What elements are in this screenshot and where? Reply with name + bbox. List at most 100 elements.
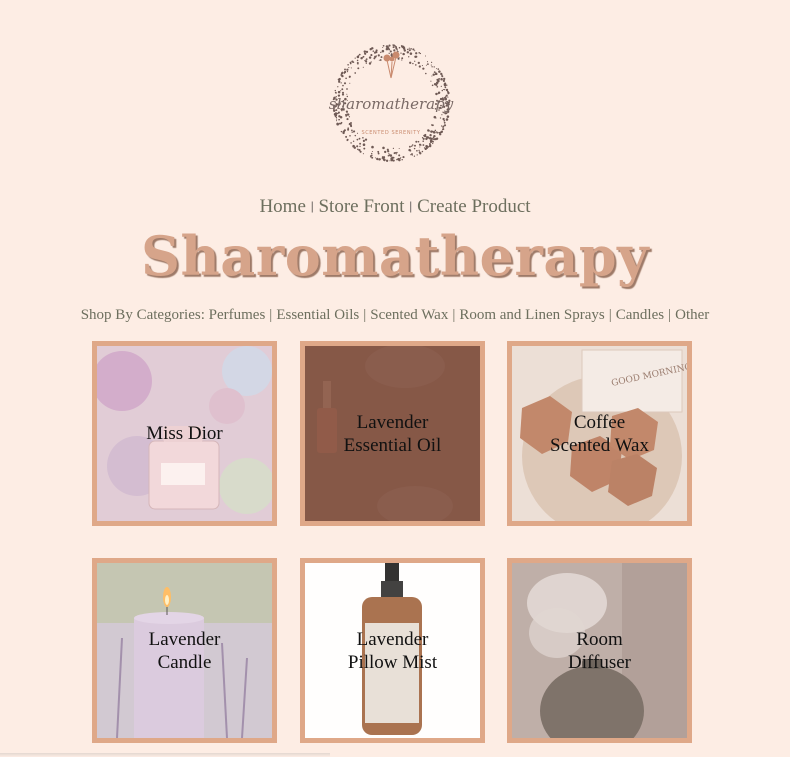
logo-dot bbox=[373, 57, 376, 60]
product-card-lavender-candle[interactable]: Lavender Candle bbox=[92, 558, 277, 743]
product-card-miss-dior[interactable]: Miss Dior bbox=[92, 341, 277, 526]
logo-dot bbox=[359, 145, 361, 148]
logo-dot bbox=[431, 140, 434, 143]
nav-store-front-link[interactable]: Store Front bbox=[318, 196, 404, 217]
logo-dot bbox=[348, 116, 351, 118]
logo-dot bbox=[386, 159, 388, 162]
logo-dot bbox=[410, 145, 413, 147]
logo-dot bbox=[374, 157, 376, 159]
logo-dot bbox=[403, 49, 406, 52]
logo-dot bbox=[362, 137, 364, 139]
logo-dot bbox=[412, 62, 414, 65]
category-other-link[interactable]: Other bbox=[675, 307, 709, 323]
logo-dot bbox=[438, 70, 441, 73]
product-name: Lavender Candle bbox=[148, 628, 221, 673]
logo-dot bbox=[426, 61, 429, 63]
logo-dot bbox=[372, 50, 375, 52]
category-nav: Shop By Categories: Perfumes | Essential O… bbox=[0, 307, 790, 324]
logo-dot bbox=[410, 154, 412, 156]
logo-dot bbox=[365, 62, 367, 64]
logo-dot bbox=[395, 45, 397, 48]
logo-dot bbox=[392, 147, 395, 150]
logo-dot bbox=[362, 66, 364, 68]
logo-dot bbox=[419, 52, 422, 55]
logo-dot bbox=[422, 144, 425, 146]
logo-dot bbox=[351, 60, 354, 63]
logo-dot bbox=[433, 71, 436, 74]
logo-dot bbox=[429, 144, 432, 147]
logo-dot bbox=[350, 122, 352, 124]
logo-dot bbox=[418, 52, 420, 54]
category-candles-link[interactable]: Candles bbox=[616, 307, 664, 323]
product-card-lavender-essential-oil[interactable]: Lavender Essential Oil bbox=[300, 341, 485, 526]
logo-dot bbox=[360, 57, 363, 60]
logo-dot bbox=[340, 82, 342, 84]
logo-dot bbox=[429, 140, 433, 144]
logo-dot bbox=[440, 125, 443, 127]
logo-dot bbox=[411, 153, 413, 156]
product-card-coffee-scented-wax[interactable]: GOOD MORNING Coffee Scented Wax bbox=[507, 341, 692, 526]
logo-dot bbox=[440, 130, 443, 134]
logo-dot bbox=[431, 66, 433, 68]
logo-tagline: SCENTED SERENITY bbox=[361, 130, 420, 136]
logo-dot bbox=[409, 150, 412, 152]
logo-dot bbox=[381, 49, 385, 53]
category-perfumes-link[interactable]: Perfumes bbox=[209, 307, 266, 323]
logo-dot bbox=[408, 145, 411, 148]
logo-dot bbox=[414, 144, 416, 147]
logo-dot bbox=[388, 153, 390, 155]
logo-dot bbox=[348, 76, 351, 78]
logo-dot bbox=[402, 156, 405, 159]
category-essential-oils-link[interactable]: Essential Oils bbox=[276, 307, 359, 323]
logo-dot bbox=[414, 60, 416, 62]
category-scented-wax-link[interactable]: Scented Wax bbox=[370, 307, 448, 323]
logo-dot bbox=[442, 79, 445, 82]
sharomatherapy-logo[interactable]: sharomatherapy SCENTED SERENITY bbox=[316, 42, 467, 164]
logo-dot bbox=[364, 60, 368, 63]
logo-dot bbox=[443, 119, 446, 122]
logo-dot bbox=[408, 47, 410, 49]
logo-dot bbox=[406, 51, 410, 54]
logo-dot bbox=[334, 89, 336, 92]
logo-dot bbox=[375, 49, 378, 52]
logo-dot bbox=[363, 50, 367, 53]
logo-dot bbox=[422, 140, 424, 142]
logo-dot bbox=[346, 113, 349, 116]
logo-dot bbox=[430, 130, 433, 133]
logo-dot bbox=[384, 150, 387, 154]
logo-dot bbox=[422, 67, 425, 70]
logo-dot bbox=[440, 77, 443, 81]
logo-dot bbox=[437, 68, 440, 70]
logo-dot bbox=[393, 152, 396, 155]
logo-dot bbox=[399, 157, 401, 160]
logo-dot bbox=[389, 50, 392, 53]
product-name: Coffee Scented Wax bbox=[550, 411, 649, 456]
logo-dot bbox=[417, 140, 420, 143]
nav-create-product-link[interactable]: Create Product bbox=[417, 196, 530, 217]
logo-dot bbox=[377, 152, 380, 155]
logo-dot bbox=[356, 55, 360, 59]
nav-home-link[interactable]: Home bbox=[259, 196, 305, 217]
logo-dot bbox=[431, 75, 433, 77]
logo-dot bbox=[393, 159, 395, 162]
category-room-linen-sprays-link[interactable]: Room and Linen Sprays bbox=[459, 307, 604, 323]
logo-dot bbox=[340, 130, 343, 133]
logo-dot bbox=[429, 134, 432, 137]
logo-dot bbox=[347, 127, 350, 130]
product-card-room-diffuser[interactable]: Room Diffuser bbox=[507, 558, 692, 743]
logo-dot bbox=[336, 122, 339, 126]
logo-dot bbox=[334, 114, 337, 117]
logo-dot bbox=[441, 75, 444, 78]
product-card-lavender-pillow-mist[interactable]: Lavender Pillow Mist bbox=[300, 558, 485, 743]
logo-dot bbox=[398, 58, 400, 60]
nav-separator: | bbox=[310, 198, 314, 213]
logo-dot bbox=[419, 146, 421, 148]
logo-dot bbox=[396, 158, 398, 161]
logo-dot bbox=[356, 59, 359, 62]
logo-dot bbox=[358, 53, 361, 56]
logo-dot bbox=[370, 54, 373, 57]
logo-dot bbox=[401, 158, 403, 161]
logo-dot bbox=[387, 154, 390, 157]
logo-dot bbox=[359, 142, 362, 145]
logo-dot bbox=[370, 47, 373, 50]
